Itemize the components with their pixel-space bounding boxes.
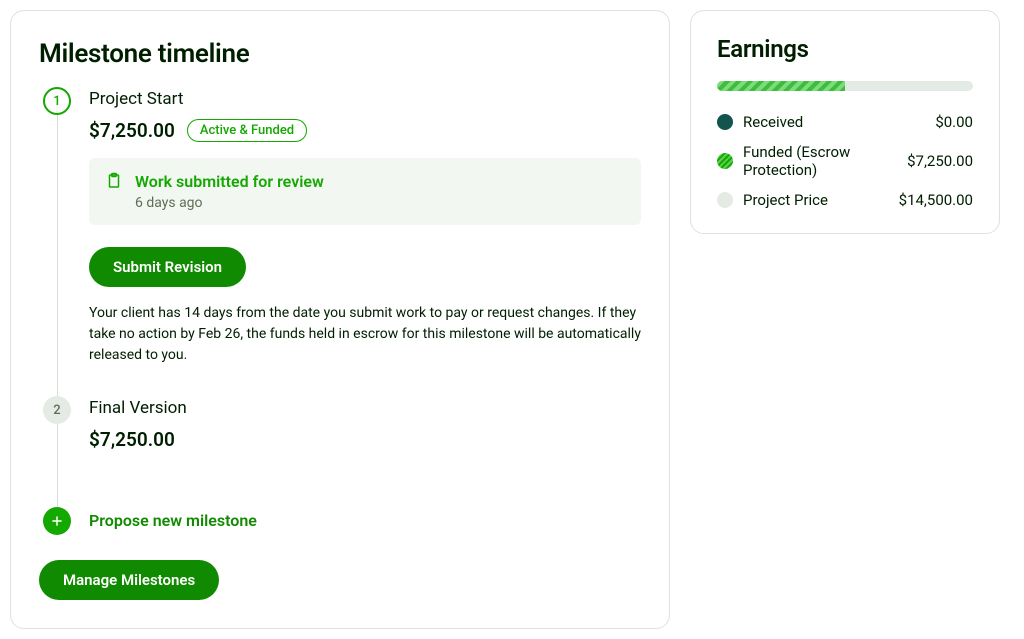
earnings-value-received: $0.00 (935, 113, 973, 131)
clipboard-icon (105, 172, 123, 194)
escrow-info-text: Your client has 14 days from the date yo… (89, 303, 641, 366)
timeline-connector (57, 115, 58, 396)
earnings-row-price: Project Price $14,500.00 (717, 191, 973, 209)
earnings-title: Earnings (717, 35, 973, 63)
propose-milestone-item: Propose new milestone (39, 507, 641, 530)
earnings-progress-fill (717, 81, 845, 91)
earnings-row-funded: Funded (Escrow Protection) $7,250.00 (717, 143, 973, 179)
plus-icon[interactable] (43, 507, 71, 535)
milestone-status-chip: Active & Funded (187, 119, 307, 142)
earnings-value-funded: $7,250.00 (907, 152, 973, 170)
timeline: 1 Project Start $7,250.00 Active & Funde… (39, 87, 641, 530)
milestone-item-2: 2 Final Version $7,250.00 (39, 396, 641, 507)
milestone-title-1: Project Start (89, 87, 641, 109)
earnings-label-price: Project Price (743, 191, 889, 209)
milestone-title-2: Final Version (89, 396, 641, 418)
earnings-card: Earnings Received $0.00 Funded (Escrow P… (690, 10, 1000, 234)
milestone-marker-2: 2 (43, 396, 71, 424)
earnings-label-received: Received (743, 113, 925, 131)
timeline-connector (57, 424, 58, 507)
milestone-marker-1: 1 (43, 87, 71, 115)
milestone-item-1: 1 Project Start $7,250.00 Active & Funde… (39, 87, 641, 396)
status-title: Work submitted for review (135, 172, 324, 191)
dot-received-icon (717, 114, 733, 130)
milestone-amount-2: $7,250.00 (89, 428, 175, 451)
status-subtitle: 6 days ago (135, 195, 324, 211)
timeline-title: Milestone timeline (39, 39, 641, 69)
manage-milestones-button[interactable]: Manage Milestones (39, 560, 219, 600)
work-status-box: Work submitted for review 6 days ago (89, 158, 641, 225)
propose-milestone-link[interactable]: Propose new milestone (89, 507, 257, 530)
milestone-timeline-card: Milestone timeline 1 Project Start $7,25… (10, 10, 670, 629)
dot-funded-icon (717, 153, 733, 169)
milestone-amount-1: $7,250.00 (89, 119, 175, 142)
earnings-value-price: $14,500.00 (899, 191, 973, 209)
earnings-row-received: Received $0.00 (717, 113, 973, 131)
earnings-label-funded: Funded (Escrow Protection) (743, 143, 897, 179)
submit-revision-button[interactable]: Submit Revision (89, 247, 246, 287)
earnings-progress-track (717, 81, 973, 91)
dot-price-icon (717, 192, 733, 208)
